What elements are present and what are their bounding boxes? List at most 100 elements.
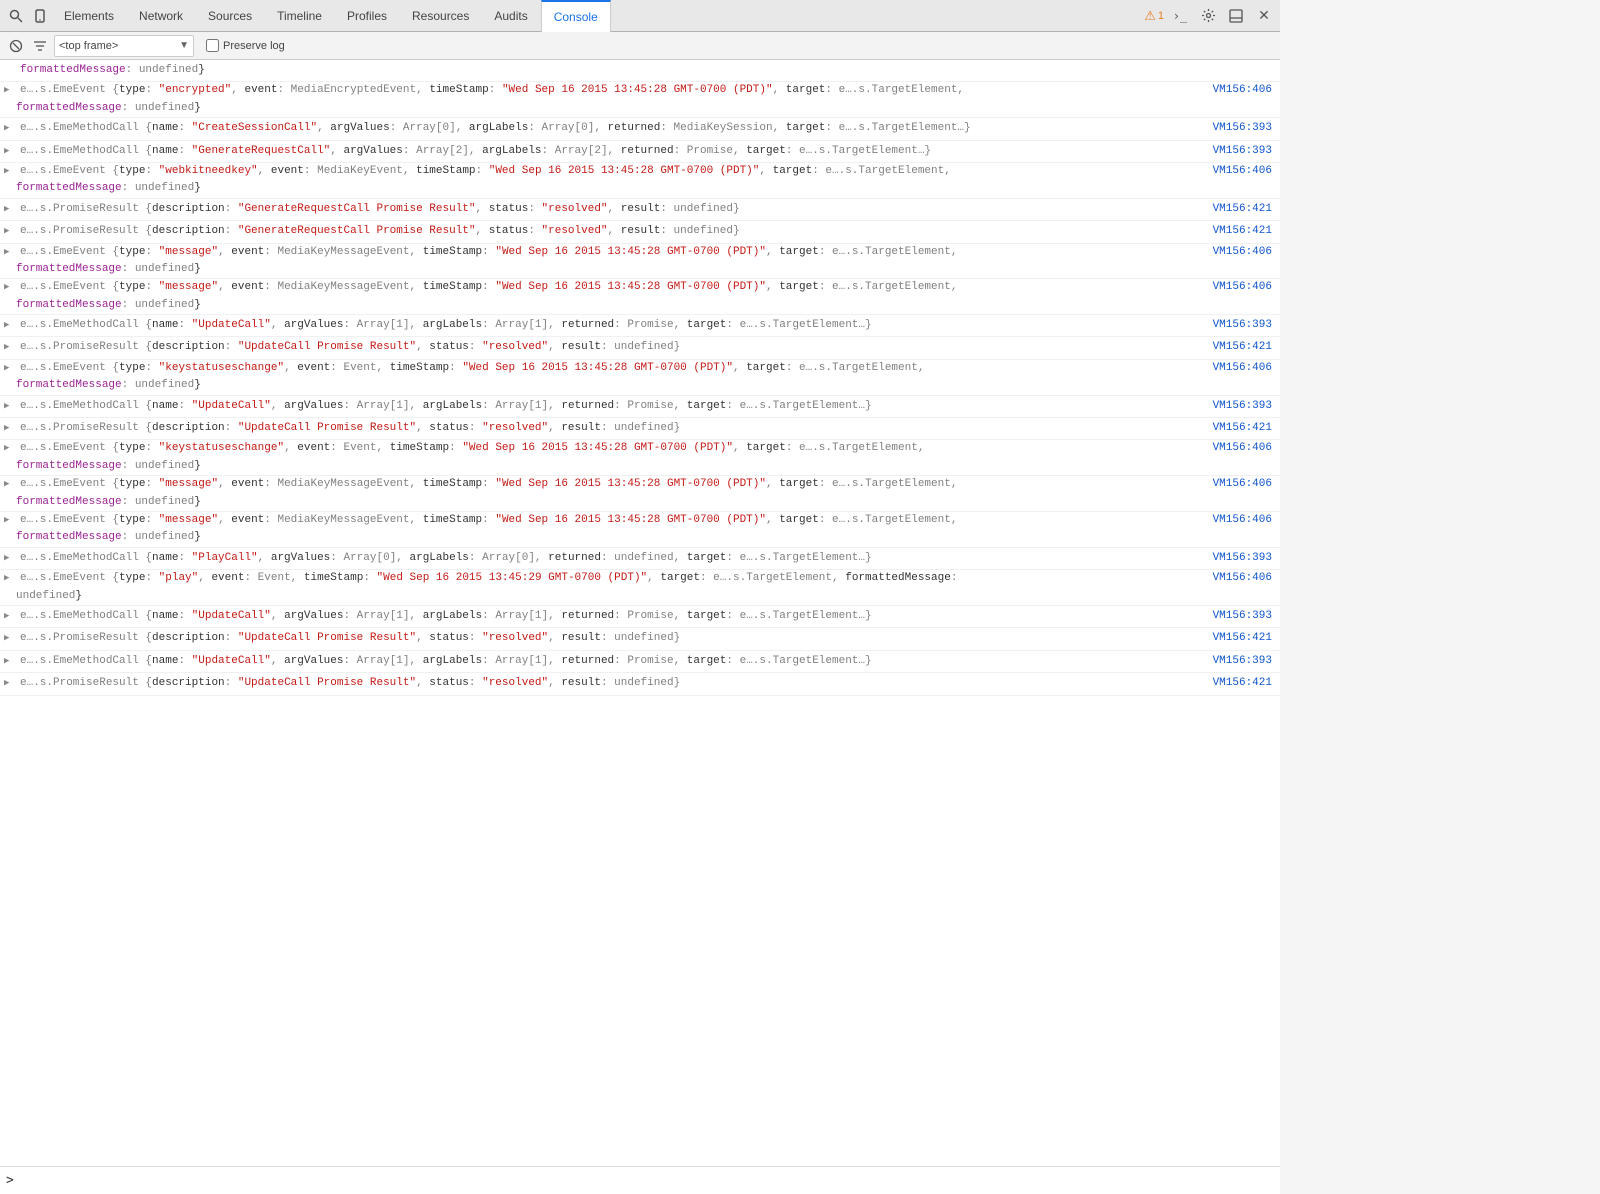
console-input-row: > [0,1166,1280,1194]
log-source[interactable]: VM156:393 [1190,120,1280,136]
log-content: e….s.PromiseResult {description: "Update… [18,630,1190,647]
search-icon[interactable] [4,4,28,28]
expand-arrow[interactable] [4,62,18,64]
tab-console[interactable]: Console [541,0,611,32]
log-source[interactable]: VM156:406 [1190,244,1280,260]
expand-arrow[interactable]: ▶ [4,360,18,375]
dock-icon[interactable] [1224,4,1248,28]
close-icon[interactable]: ✕ [1252,4,1276,28]
log-source[interactable]: VM156:421 [1190,420,1280,436]
log-content: e….s.EmeEvent {type: "play", event: Even… [18,570,1190,587]
log-content: e….s.PromiseResult {description: "Genera… [18,223,1190,240]
log-content: e….s.EmeEvent {type: "message", event: M… [18,279,1190,296]
log-source[interactable] [1190,62,1280,63]
expand-arrow[interactable]: ▶ [4,339,18,354]
expand-arrow[interactable]: ▶ [4,279,18,294]
console-output: formattedMessage: undefined} ▶ e….s.EmeE… [0,60,1280,1166]
log-source[interactable]: VM156:406 [1190,476,1280,492]
preserve-log-toggle[interactable]: Preserve log [206,39,285,52]
clear-console-button[interactable] [6,36,26,56]
log-source[interactable]: VM156:406 [1190,360,1280,376]
expand-arrow[interactable]: ▶ [4,440,18,455]
console-toolbar: <top frame> ▼ Preserve log [0,32,1280,60]
log-content: e….s.PromiseResult {description: "Update… [18,420,1190,437]
mobile-icon[interactable] [28,4,52,28]
tab-sources[interactable]: Sources [196,0,265,32]
log-content: formattedMessage: undefined} [18,62,1190,79]
log-content: e….s.EmeMethodCall {name: "UpdateCall", … [18,398,1190,415]
log-content-cont: formattedMessage: undefined} [14,261,1280,278]
tab-elements[interactable]: Elements [52,0,127,32]
expand-arrow[interactable]: ▶ [4,550,18,565]
expand-arrow[interactable]: ▶ [4,163,18,178]
filter-icon[interactable] [30,36,50,56]
expand-arrow[interactable]: ▶ [4,244,18,259]
log-source[interactable]: VM156:406 [1190,82,1280,98]
log-content-cont: formattedMessage: undefined} [14,180,1280,197]
log-entry: ▶ e….s.EmeEvent {type: "message", event:… [0,476,1280,512]
log-source[interactable]: VM156:406 [1190,163,1280,179]
tab-network[interactable]: Network [127,0,196,32]
log-source[interactable]: VM156:421 [1190,223,1280,239]
expand-arrow[interactable]: ▶ [4,608,18,623]
log-source[interactable]: VM156:393 [1190,143,1280,159]
tab-profiles[interactable]: Profiles [335,0,400,32]
settings-icon[interactable] [1196,4,1220,28]
expand-arrow[interactable]: ▶ [4,476,18,491]
console-prompt: > [6,1173,14,1188]
log-entry: formattedMessage: undefined} [0,60,1280,82]
log-entry: ▶ e….s.EmeEvent {type: "encrypted", even… [0,82,1280,118]
log-source[interactable]: VM156:421 [1190,339,1280,355]
log-content: e….s.EmeEvent {type: "keystatuseschange"… [18,440,1190,457]
log-source[interactable]: VM156:421 [1190,630,1280,646]
log-content: e….s.EmeEvent {type: "keystatuseschange"… [18,360,1190,377]
expand-arrow[interactable]: ▶ [4,120,18,135]
expand-arrow[interactable]: ▶ [4,143,18,158]
log-source[interactable]: VM156:421 [1190,201,1280,217]
log-source[interactable]: VM156:406 [1190,512,1280,528]
log-entry: ▶ e….s.PromiseResult {description: "Upda… [0,628,1280,650]
log-source[interactable]: VM156:393 [1190,608,1280,624]
expand-arrow[interactable]: ▶ [4,82,18,97]
expand-arrow[interactable]: ▶ [4,420,18,435]
log-source[interactable]: VM156:406 [1190,440,1280,456]
log-content: e….s.EmeEvent {type: "webkitneedkey", ev… [18,163,1190,180]
expand-arrow[interactable]: ▶ [4,653,18,668]
expand-arrow[interactable]: ▶ [4,675,18,690]
log-content-cont: formattedMessage: undefined} [14,494,1280,511]
log-content-cont: formattedMessage: undefined} [14,100,1280,117]
expand-arrow[interactable]: ▶ [4,398,18,413]
log-content-cont: formattedMessage: undefined} [14,297,1280,314]
log-source[interactable]: VM156:393 [1190,550,1280,566]
log-content-cont: formattedMessage: undefined} [14,529,1280,546]
expand-arrow[interactable]: ▶ [4,630,18,645]
log-entry: ▶ e….s.EmeEvent {type: "play", event: Ev… [0,570,1280,606]
log-entry: ▶ e….s.PromiseResult {description: "Upda… [0,337,1280,359]
log-entry: ▶ e….s.EmeMethodCall {name: "UpdateCall"… [0,606,1280,628]
log-content: e….s.EmeMethodCall {name: "UpdateCall", … [18,317,1190,334]
tab-resources[interactable]: Resources [400,0,482,32]
expand-arrow[interactable]: ▶ [4,570,18,585]
log-content: e….s.PromiseResult {description: "Update… [18,339,1190,356]
expand-arrow[interactable]: ▶ [4,317,18,332]
frame-selector[interactable]: <top frame> ▼ [54,35,194,57]
tab-audits[interactable]: Audits [482,0,540,32]
log-source[interactable]: VM156:393 [1190,317,1280,333]
log-source[interactable]: VM156:406 [1190,570,1280,586]
console-input[interactable] [20,1174,1274,1187]
log-entry: ▶ e….s.EmeEvent {type: "keystatuseschang… [0,440,1280,476]
expand-arrow[interactable]: ▶ [4,201,18,216]
warning-badge[interactable]: ⚠ 1 [1144,8,1164,24]
preserve-log-checkbox[interactable] [206,39,219,52]
log-entry: ▶ e….s.PromiseResult {description: "Gene… [0,221,1280,243]
terminal-icon[interactable]: ›_ [1168,4,1192,28]
log-source[interactable]: VM156:421 [1190,675,1280,691]
devtools-toolbar: Elements Network Sources Timeline Profil… [0,0,1280,32]
log-source[interactable]: VM156:406 [1190,279,1280,295]
log-source[interactable]: VM156:393 [1190,653,1280,669]
expand-arrow[interactable]: ▶ [4,512,18,527]
tab-timeline[interactable]: Timeline [265,0,335,32]
expand-arrow[interactable]: ▶ [4,223,18,238]
log-entry: ▶ e….s.EmeEvent {type: "message", event:… [0,244,1280,280]
log-source[interactable]: VM156:393 [1190,398,1280,414]
